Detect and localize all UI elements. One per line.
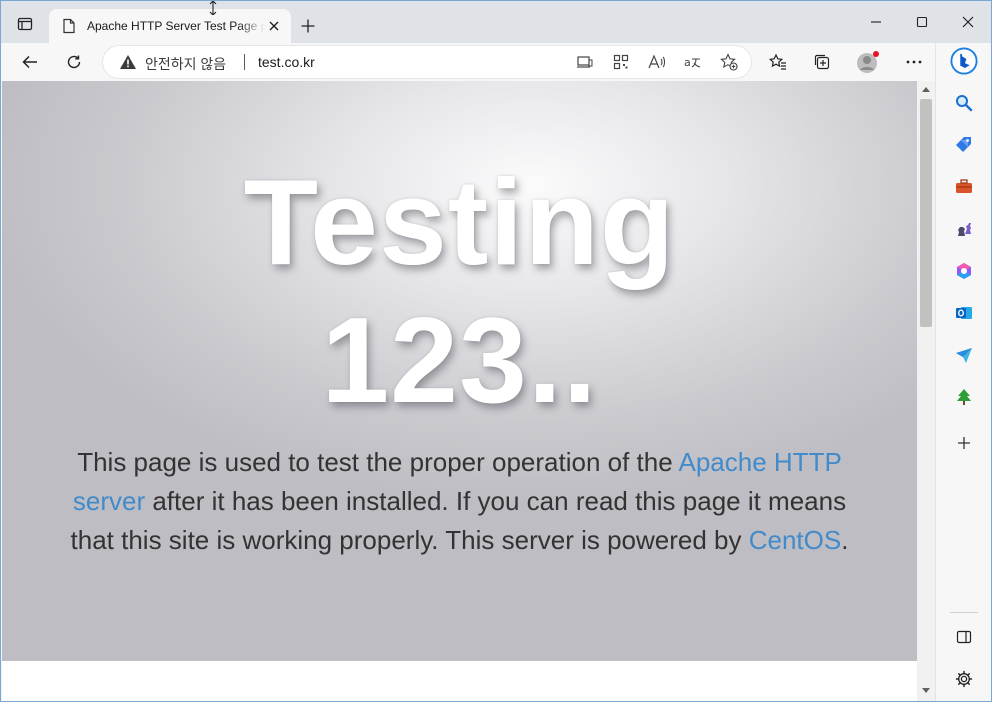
- collections-icon: [814, 54, 830, 70]
- new-tab-button[interactable]: [295, 13, 321, 39]
- sidebar-tree-button[interactable]: [950, 383, 978, 411]
- tree-icon: [957, 389, 971, 405]
- refresh-icon: [67, 55, 81, 69]
- close-tab-icon[interactable]: [265, 17, 283, 35]
- minimize-icon: [871, 21, 881, 23]
- bing-icon: [950, 47, 978, 75]
- read-aloud-icon[interactable]: [645, 51, 669, 73]
- more-icon: [906, 60, 922, 64]
- page-headline: Testing 123..: [2, 153, 917, 429]
- address-bar[interactable]: 안전하지 않음 test.co.kr a: [103, 46, 751, 78]
- settings-more-button[interactable]: [899, 47, 929, 77]
- headline-line-2: 123..: [321, 292, 598, 428]
- plus-icon: [958, 437, 970, 449]
- app-available-icon[interactable]: [573, 51, 597, 73]
- tab-actions-icon: [17, 17, 33, 31]
- edge-sidebar: [935, 43, 991, 701]
- svg-text:a: a: [684, 56, 691, 69]
- scroll-up-arrow-icon[interactable]: [921, 85, 931, 93]
- close-icon: [962, 16, 974, 28]
- sidebar-outlook-button[interactable]: [950, 299, 978, 327]
- maximize-icon: [916, 16, 928, 28]
- refresh-button[interactable]: [59, 47, 89, 77]
- search-icon: [956, 95, 973, 112]
- profile-button[interactable]: [853, 47, 883, 77]
- tab-active[interactable]: Apache HTTP Server Test Page powered by …: [49, 9, 291, 43]
- sidebar-add-button[interactable]: [950, 429, 978, 457]
- back-arrow-icon: [22, 55, 37, 69]
- sidebar-office-button[interactable]: [950, 257, 978, 285]
- vertical-scrollbar[interactable]: [917, 81, 935, 701]
- lead-paragraph: This page is used to test the proper ope…: [62, 443, 857, 560]
- qr-code-icon[interactable]: [609, 51, 633, 73]
- microsoft-365-icon: [957, 263, 971, 279]
- chess-piece-icon: [958, 223, 971, 236]
- lead-text-1: This page is used to test the proper ope…: [77, 447, 673, 477]
- favorites-button[interactable]: [763, 47, 793, 77]
- lead-text-3: .: [841, 525, 849, 555]
- collections-button[interactable]: [807, 47, 837, 77]
- page-viewport: Testing 123.. This page is used to test …: [2, 81, 917, 701]
- sidebar-panel-icon: [956, 630, 972, 644]
- sidebar-tools-button[interactable]: [950, 173, 978, 201]
- plus-icon: [301, 19, 315, 33]
- tab-strip: Apache HTTP Server Test Page powered by …: [1, 1, 991, 43]
- maximize-button[interactable]: [899, 7, 945, 37]
- outlook-icon: [956, 307, 972, 319]
- bing-chat-button[interactable]: [950, 47, 978, 75]
- move-cursor-icon: [209, 1, 217, 15]
- scrollbar-thumb[interactable]: [920, 99, 932, 327]
- sidebar-search-button[interactable]: [950, 89, 978, 117]
- navigation-toolbar: 안전하지 않음 test.co.kr a: [1, 43, 991, 81]
- minimize-button[interactable]: [853, 7, 899, 37]
- tab-actions-button[interactable]: [11, 10, 39, 38]
- shopping-tag-icon: [956, 137, 971, 152]
- add-favorite-icon[interactable]: [717, 51, 741, 73]
- sidebar-shopping-button[interactable]: [950, 131, 978, 159]
- sidebar-divider: [950, 612, 978, 613]
- jumbotron: Testing 123.. This page is used to test …: [2, 81, 917, 661]
- avatar-icon: [857, 51, 879, 73]
- scroll-down-arrow-icon[interactable]: [921, 687, 931, 695]
- page-icon: [61, 18, 77, 34]
- favorites-icon: [769, 53, 786, 70]
- lead-text-2: after it has been installed. If you can …: [70, 486, 847, 555]
- sidebar-drop-button[interactable]: [950, 341, 978, 369]
- security-status[interactable]: 안전하지 않음: [145, 54, 226, 74]
- hide-sidebar-button[interactable]: [950, 623, 978, 651]
- close-window-button[interactable]: [945, 7, 991, 37]
- send-plane-icon: [956, 348, 972, 363]
- sidebar-games-button[interactable]: [950, 215, 978, 243]
- toolbox-icon: [956, 179, 972, 193]
- centos-link[interactable]: CentOS: [749, 525, 842, 555]
- headline-line-1: Testing: [243, 154, 676, 290]
- gear-icon: [955, 670, 973, 688]
- browser-window: Apache HTTP Server Test Page powered by …: [0, 0, 992, 702]
- warning-icon[interactable]: [119, 54, 137, 70]
- address-divider: [244, 54, 245, 70]
- url-text[interactable]: test.co.kr: [258, 54, 315, 70]
- translate-icon[interactable]: a: [681, 51, 705, 73]
- sidebar-settings-button[interactable]: [950, 665, 978, 693]
- tab-title: Apache HTTP Server Test Page powered by …: [87, 19, 265, 33]
- back-button[interactable]: [15, 47, 45, 77]
